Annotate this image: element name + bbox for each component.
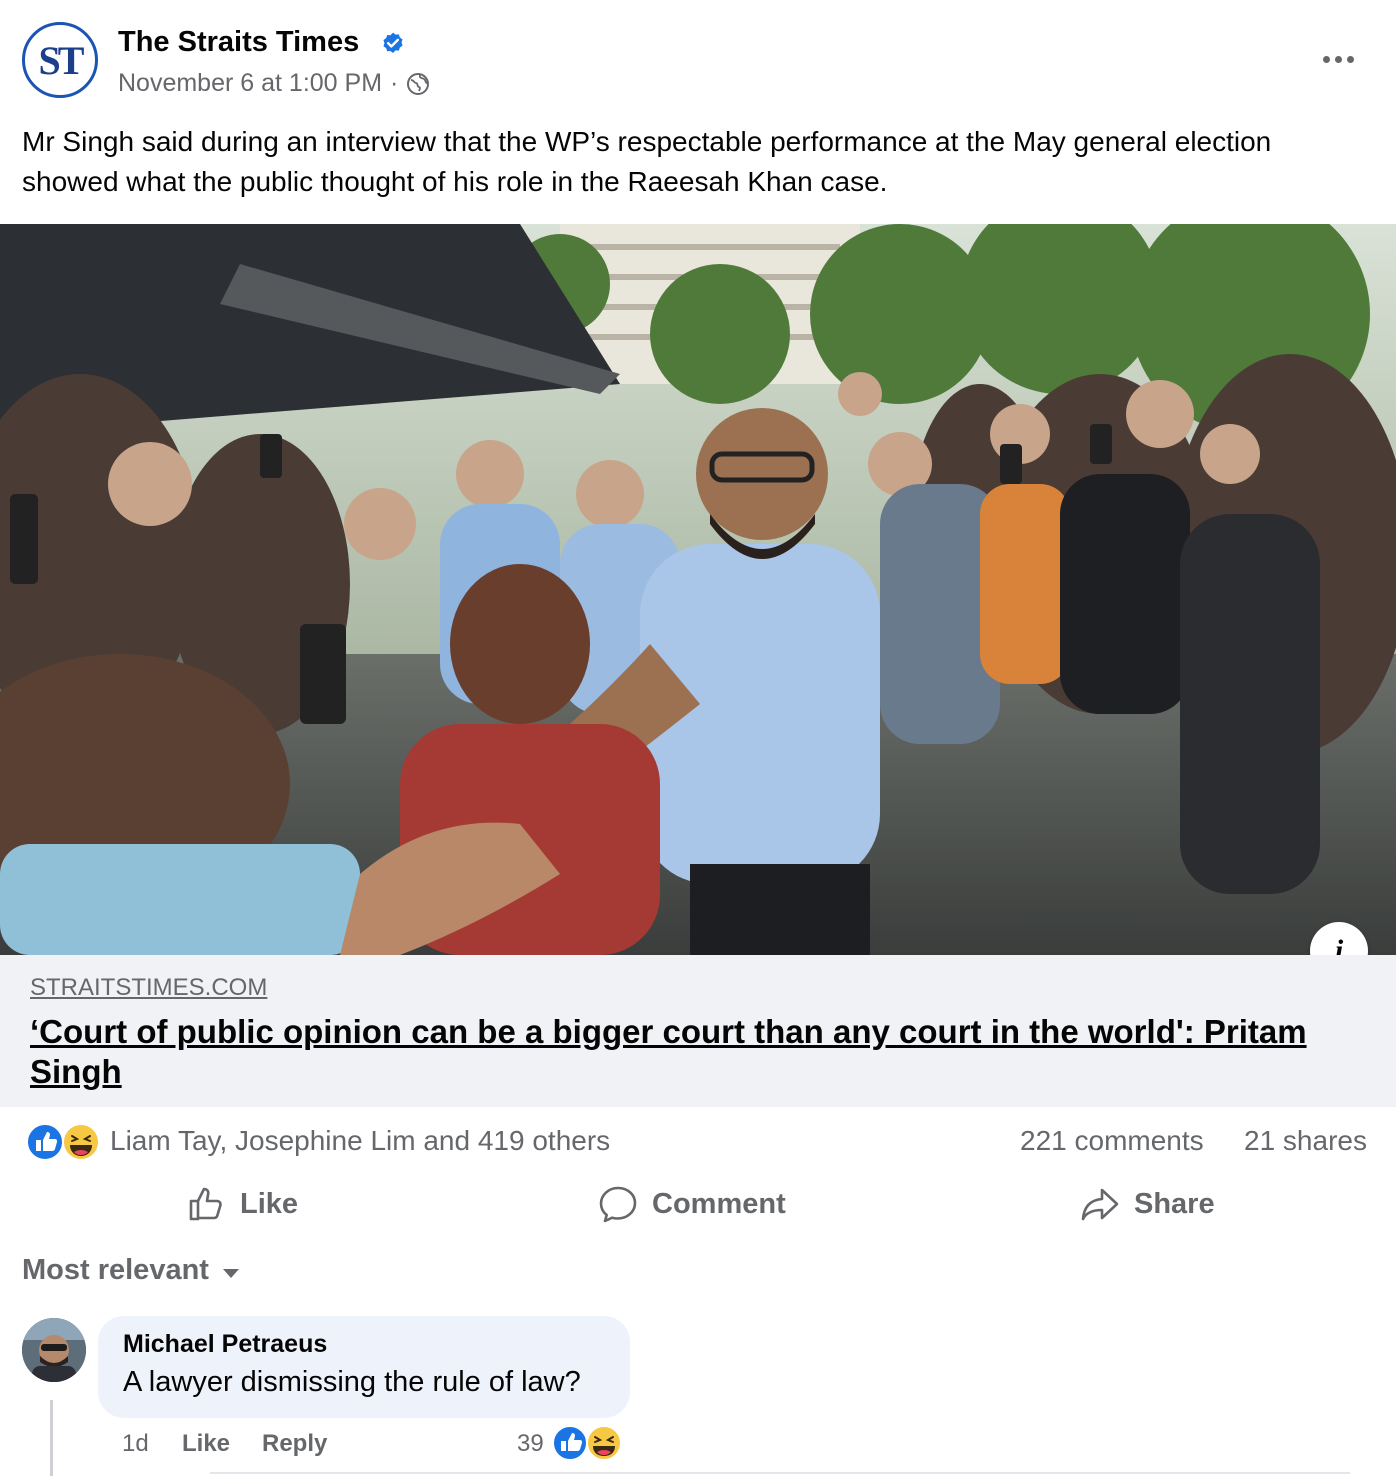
globe-icon — [407, 72, 430, 95]
post-photo[interactable] — [0, 224, 1396, 955]
like-icon — [552, 1425, 588, 1461]
like-button[interactable]: Like — [186, 1180, 298, 1228]
reactions-summary[interactable]: Liam Tay, Josephine Lim and 419 others — [110, 1125, 610, 1157]
comment-author[interactable]: Michael Petraeus — [123, 1330, 327, 1359]
comment-sort-dropdown[interactable]: Most relevant — [22, 1254, 239, 1287]
share-button[interactable]: Share — [1080, 1180, 1215, 1228]
page-avatar[interactable]: ST — [22, 22, 98, 98]
comment-reaction-count[interactable]: 39 — [517, 1430, 544, 1458]
link-title[interactable]: ‘Court of public opinion can be a bigger… — [30, 1012, 1350, 1092]
like-label: Like — [240, 1187, 299, 1220]
st-logo-text: ST — [38, 37, 85, 83]
haha-icon — [62, 1123, 100, 1161]
link-domain[interactable]: STRAITSTIMES.COM — [30, 974, 267, 1002]
post-timestamp[interactable]: November 6 at 1:00 PM — [118, 69, 382, 98]
haha-icon — [586, 1425, 622, 1461]
separator-dot: · — [390, 69, 399, 97]
comment-like-link[interactable]: Like — [182, 1430, 230, 1458]
page-name[interactable]: The Straits Times — [118, 26, 359, 59]
comment-bubble-icon — [599, 1186, 637, 1223]
post-timestamp-row: November 6 at 1:00 PM · — [118, 69, 430, 98]
thread-line — [50, 1400, 53, 1476]
avatar-photo — [22, 1318, 86, 1382]
share-label: Share — [1134, 1187, 1215, 1220]
comment-reaction-icons[interactable] — [552, 1425, 624, 1461]
comments-count[interactable]: 221 comments — [1020, 1125, 1204, 1157]
divider — [210, 1472, 1350, 1474]
avatar[interactable] — [22, 1318, 86, 1382]
sort-label: Most relevant — [22, 1254, 209, 1286]
more-dots-icon — [1322, 55, 1330, 63]
crowd-photo-illustration — [0, 224, 1396, 955]
comment-age[interactable]: 1d — [122, 1430, 149, 1458]
share-arrow-icon — [1081, 1188, 1119, 1221]
caret-down-icon — [222, 1269, 239, 1278]
comment-reply-link[interactable]: Reply — [262, 1430, 327, 1458]
comment-label: Comment — [652, 1187, 786, 1220]
comment-button[interactable]: Comment — [598, 1180, 786, 1228]
more-options-button[interactable] — [1316, 44, 1360, 74]
shares-count[interactable]: 21 shares — [1244, 1125, 1367, 1157]
thumbs-up-icon — [189, 1187, 222, 1221]
post-caption: Mr Singh said during an interview that t… — [22, 126, 1272, 197]
reaction-icons[interactable] — [26, 1123, 102, 1161]
like-icon — [26, 1123, 64, 1161]
comment-text: A lawyer dismissing the rule of law? — [123, 1366, 581, 1398]
verified-badge-icon — [383, 32, 403, 53]
